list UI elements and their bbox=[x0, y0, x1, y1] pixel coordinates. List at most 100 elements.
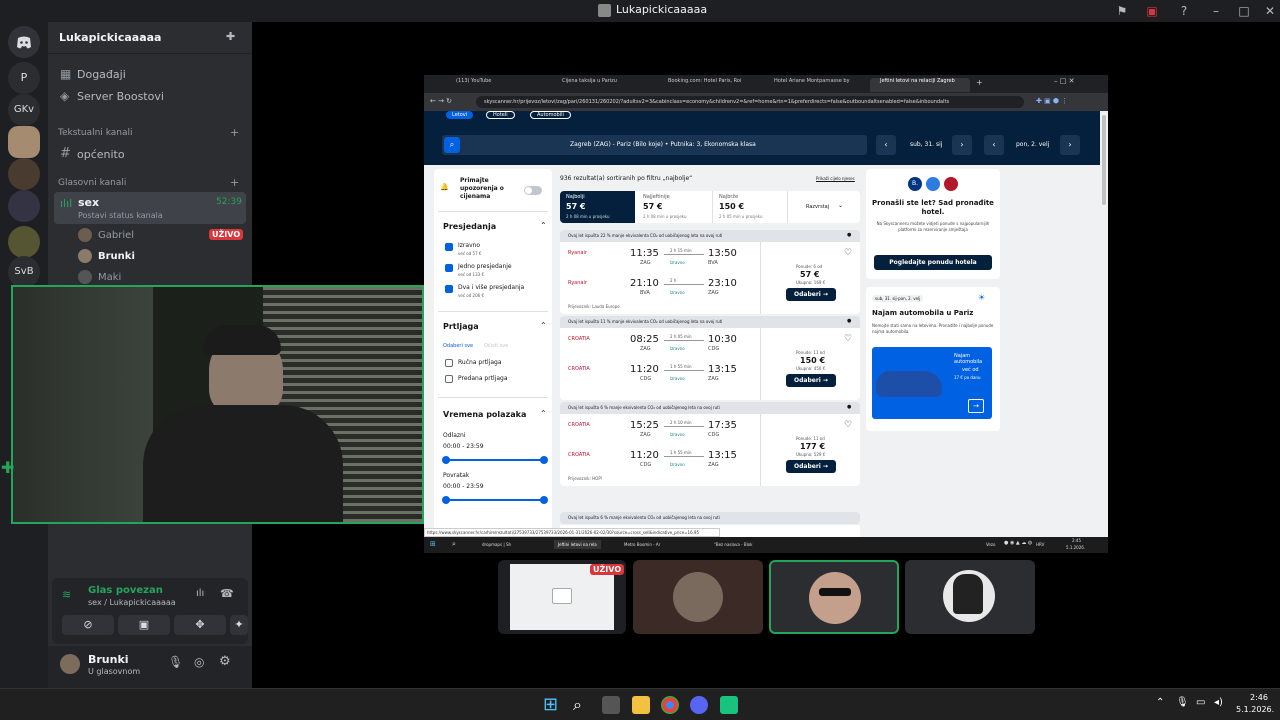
stops-checkbox-direct[interactable] bbox=[445, 243, 453, 251]
search-summary-bar[interactable]: ⌕ Zagreb (ZAG) - Pariz (Bilo koje) • Put… bbox=[442, 135, 867, 155]
nav-tab-hotels[interactable]: Hoteli bbox=[486, 111, 515, 119]
discord-icon[interactable] bbox=[690, 696, 708, 714]
search-icon[interactable]: ⌕ bbox=[444, 137, 460, 153]
inner-task-item[interactable]: Jeftini letovi na rela bbox=[554, 540, 601, 549]
inner-task-item[interactable]: "Bez naslova - Blok bbox=[714, 542, 752, 547]
text-channel[interactable]: općenito bbox=[77, 148, 125, 161]
price-alert-toggle[interactable] bbox=[524, 186, 542, 195]
discord-home-icon[interactable] bbox=[8, 26, 40, 58]
participant-tile-stream[interactable]: UŽIVO bbox=[498, 560, 626, 634]
server-icon-p[interactable]: P bbox=[8, 62, 40, 94]
info-icon[interactable]: ● bbox=[847, 318, 851, 324]
voice-category[interactable]: Glasovni kanali bbox=[58, 178, 126, 188]
depart-date[interactable]: sub, 31. sij bbox=[910, 141, 942, 148]
server-icon-gkv[interactable]: GKv bbox=[8, 94, 40, 126]
window-controls-icon[interactable]: – □ ✕ bbox=[1054, 77, 1074, 85]
inner-tray-icons[interactable]: ● ◉ ▲ ☁ ◍ bbox=[1004, 540, 1032, 546]
car-promo-banner[interactable]: Najam automobila već od 17 € po danu → bbox=[872, 347, 992, 419]
inner-task-item[interactable]: dropmaps | Sh bbox=[482, 542, 511, 547]
resize-handle-icon[interactable]: ✚ bbox=[1, 458, 14, 477]
prev-return-button[interactable]: ‹ bbox=[984, 135, 1004, 155]
voice-channel-item[interactable]: ılıl sex 52:39 Postavi status kanala bbox=[54, 192, 246, 224]
screen-share-button[interactable]: ▣ bbox=[118, 615, 170, 635]
set-status-link[interactable]: Postavi status kanala bbox=[78, 211, 163, 220]
sort-cheapest-tab[interactable]: Najjeftinije 57 € 2 h 08 min u prosjeku bbox=[637, 191, 712, 223]
result-card[interactable]: CROATIA 15:25 ZAG 2 h 10 min Izravno 17:35 CDG… bbox=[560, 414, 860, 486]
info-icon[interactable]: ● bbox=[847, 232, 851, 238]
member-name[interactable]: Maki bbox=[98, 272, 121, 283]
windows-start-icon[interactable]: ⊞ bbox=[543, 696, 561, 714]
new-tab-icon[interactable]: + bbox=[976, 78, 983, 87]
favorite-heart-icon[interactable]: ♡ bbox=[844, 334, 852, 344]
server-icon-4[interactable] bbox=[8, 158, 40, 190]
search-icon[interactable]: ⌕ bbox=[573, 696, 591, 714]
select-flight-button[interactable]: Odaberi → bbox=[786, 460, 836, 473]
sort-dropdown[interactable]: Razvrstaj ⌄ bbox=[787, 191, 860, 223]
screen-share-icon[interactable]: ▣ bbox=[1144, 3, 1160, 19]
nav-arrows-icon[interactable]: ← → ↻ bbox=[430, 97, 452, 105]
select-all-link[interactable]: Odaberi sve bbox=[443, 343, 473, 349]
headphones-icon[interactable]: ◎ bbox=[194, 655, 204, 669]
voice-location[interactable]: sex / Lukapickicaaaaa bbox=[88, 598, 176, 607]
result-card[interactable]: Ryanair 11:35 ZAG 2 h 15 min Izravno 13:50 BVA… bbox=[560, 242, 860, 314]
baggage-checkbox-cabin[interactable] bbox=[445, 359, 453, 367]
sort-fastest-tab[interactable]: Najbrže 150 € 2 h 05 min u prosjeku bbox=[712, 191, 787, 223]
tab-skyscanner[interactable]: Jeftini letovi na relaciji Zagreb bbox=[870, 78, 970, 92]
chrome-icon[interactable] bbox=[661, 696, 679, 714]
taskbar-time[interactable]: 2:46 bbox=[1250, 693, 1268, 702]
return-slider-start[interactable] bbox=[442, 496, 450, 504]
favorite-heart-icon[interactable]: ♡ bbox=[844, 420, 852, 430]
tray-overflow-icon[interactable]: ⌃ bbox=[1156, 697, 1164, 708]
close-button[interactable]: ✕ bbox=[1262, 3, 1278, 19]
add-member-icon[interactable]: ✚ bbox=[226, 30, 235, 43]
user-avatar[interactable] bbox=[60, 654, 80, 674]
task-view-icon[interactable] bbox=[602, 696, 620, 714]
tab-booking[interactable]: Booking.com: Hotel Paris, Roi bbox=[658, 78, 758, 92]
events-link[interactable]: Događaji bbox=[77, 68, 126, 81]
minimize-button[interactable]: – bbox=[1208, 3, 1224, 19]
add-voice-channel-icon[interactable]: + bbox=[230, 176, 239, 189]
camera-button[interactable]: ⊘ bbox=[62, 615, 114, 635]
page-scrollbar[interactable] bbox=[1100, 111, 1108, 553]
server-header[interactable]: Lukapickicaaaaa ⌄ ✚ bbox=[48, 22, 252, 54]
participant-tile-2[interactable] bbox=[633, 560, 763, 634]
volume-icon[interactable]: ◂) bbox=[1214, 697, 1223, 708]
server-icon-5[interactable] bbox=[8, 190, 40, 222]
inbox-icon[interactable]: ⚑ bbox=[1114, 3, 1130, 19]
hidden-fees-link[interactable]: Prikaži cijelo njesec bbox=[816, 176, 855, 181]
tab-hotel[interactable]: Hotel Ariane Montparnasse by bbox=[764, 78, 864, 92]
help-icon[interactable]: ? bbox=[1176, 3, 1192, 19]
clear-all-link[interactable]: Očisti sve bbox=[484, 343, 508, 349]
stops-checkbox-two[interactable] bbox=[445, 285, 453, 293]
chevron-up-icon[interactable]: ⌃ bbox=[540, 321, 547, 330]
select-flight-button[interactable]: Odaberi → bbox=[786, 374, 836, 387]
favorite-heart-icon[interactable]: ♡ bbox=[844, 248, 852, 258]
participant-tile-4[interactable] bbox=[905, 560, 1035, 634]
sort-best-tab[interactable]: Najbolji 57 € 2 h 08 min u prosjeku bbox=[560, 191, 635, 223]
webcam-feed[interactable] bbox=[11, 285, 424, 524]
tab-taxi[interactable]: Cijena taksija u Parizu bbox=[552, 78, 652, 92]
activities-button[interactable]: ✥ bbox=[174, 615, 226, 635]
member-name[interactable]: Brunki bbox=[98, 251, 135, 262]
app-icon[interactable] bbox=[720, 696, 738, 714]
chevron-up-icon[interactable]: ⌃ bbox=[540, 221, 547, 230]
info-icon[interactable]: ● bbox=[847, 404, 851, 410]
inner-task-item[interactable]: Metro Boomin - Ar bbox=[624, 542, 660, 547]
search-icon[interactable]: ⌕ bbox=[452, 540, 456, 549]
next-depart-button[interactable]: › bbox=[952, 135, 972, 155]
stops-checkbox-one[interactable] bbox=[445, 264, 453, 272]
server-icon-svb[interactable]: SvB bbox=[8, 256, 40, 288]
text-category[interactable]: Tekstualni kanali bbox=[58, 128, 133, 138]
view-hotels-button[interactable]: Pogledajte ponudu hotela bbox=[874, 255, 992, 270]
extensions-icon[interactable]: ✚ ▣ ⬢ ⋮ bbox=[1036, 97, 1068, 105]
boost-link[interactable]: Server Boostovi bbox=[77, 90, 164, 103]
prev-depart-button[interactable]: ‹ bbox=[876, 135, 896, 155]
outbound-slider-end[interactable] bbox=[540, 456, 548, 464]
scrollbar-thumb[interactable] bbox=[1102, 115, 1106, 205]
add-channel-icon[interactable]: + bbox=[230, 126, 239, 139]
nav-tab-cars[interactable]: Automobili bbox=[530, 111, 571, 119]
url-field[interactable]: skyscanner.hr/prijevoz/letovi/zag/pari/2… bbox=[476, 96, 1024, 108]
soundboard-button[interactable]: ✦ bbox=[230, 615, 248, 635]
tray-mic-icon[interactable]: 🎙 bbox=[1176, 697, 1189, 708]
result-card[interactable]: CROATIA 08:25 ZAG 2 h 05 min Izravno 10:30 CDG… bbox=[560, 328, 860, 400]
